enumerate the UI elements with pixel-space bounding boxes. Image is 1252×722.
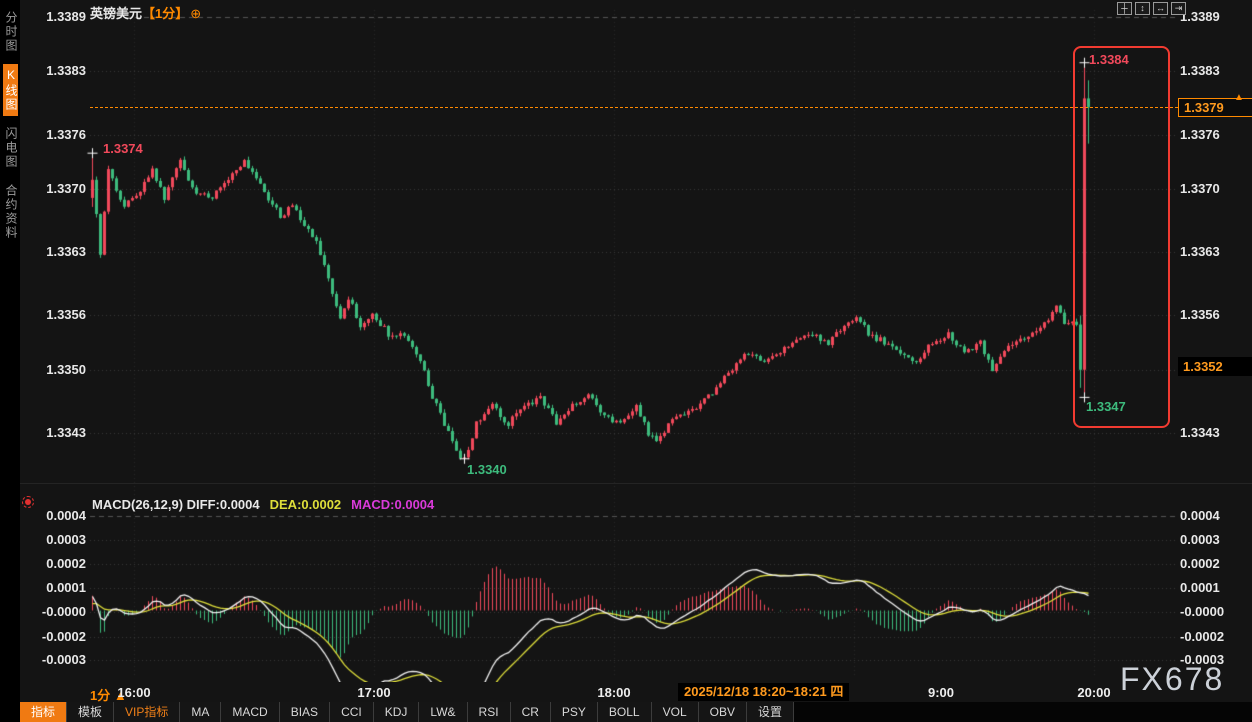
tab-VIP指标[interactable]: VIP指标: [114, 702, 180, 722]
tab-设置[interactable]: 设置: [747, 702, 794, 722]
macd-axis-label-left: 0.0002: [20, 556, 86, 571]
tab-CR[interactable]: CR: [511, 702, 551, 722]
macd-axis-label-left: 0.0004: [20, 508, 86, 523]
time-axis-label: 18:00: [597, 685, 630, 700]
move-crosshair-icon[interactable]: ┼: [1117, 2, 1132, 15]
scale-horizontal-icon[interactable]: ↔: [1153, 2, 1168, 15]
macd-axis-label-left: 0.0003: [20, 532, 86, 547]
macd-axis-label-left: -0.0003: [20, 652, 86, 667]
tab-BOLL[interactable]: BOLL: [598, 702, 652, 722]
tab-PSY[interactable]: PSY: [551, 702, 598, 722]
symbol-name: 英镑美元: [90, 6, 142, 21]
macd-params: MACD(26,12,9) DIFF:0.0004: [92, 497, 260, 512]
macd-axis-label-right: 0.0001: [1180, 580, 1220, 595]
macd-axis-label-right: -0.0002: [1180, 629, 1224, 644]
tab-CCI[interactable]: CCI: [330, 702, 374, 722]
chart-type-sidebar: 分时图 K线图闪电图合约资料: [0, 0, 20, 722]
price-axis-label-left: 1.3370: [20, 181, 86, 196]
macd-axis-label-right: 0.0004: [1180, 508, 1220, 523]
candlestick-macd-canvas[interactable]: [0, 0, 1252, 682]
sidebar-item-4[interactable]: 合约资料: [3, 180, 18, 244]
price-axis-label-left: 1.3389: [20, 9, 86, 24]
chart-toolbar: ┼↕↔⇥: [1117, 2, 1186, 15]
price-axis-label-right: 1.3383: [1180, 63, 1220, 78]
price-axis-label-left: 1.3356: [20, 307, 86, 322]
price-axis-label-left: 1.3383: [20, 63, 86, 78]
panel-divider: [20, 483, 1252, 484]
macd-dea-value: DEA:0.0002: [270, 497, 342, 512]
period-badge: 【1分】: [142, 6, 188, 21]
tab-MACD[interactable]: MACD: [221, 702, 279, 722]
extreme-price-annotation: 1.3340: [467, 462, 507, 477]
price-axis-label-right: 1.3370: [1180, 181, 1220, 196]
price-up-arrow-icon: ▲: [1234, 94, 1244, 102]
macd-axis-label-left: -0.0000: [20, 604, 86, 619]
time-axis-label: 20:00: [1077, 685, 1110, 700]
scale-vertical-icon[interactable]: ↕: [1135, 2, 1150, 15]
sidebar-item-1[interactable]: 分时图: [3, 7, 18, 57]
time-axis-label: 9:00: [928, 685, 954, 700]
current-price-line: [90, 107, 1178, 108]
macd-indicator-icon[interactable]: [22, 496, 34, 508]
pan-right-icon[interactable]: ⇥: [1171, 2, 1186, 15]
price-axis-label-right: 1.3356: [1180, 307, 1220, 322]
tab-KDJ[interactable]: KDJ: [374, 702, 420, 722]
indicator-tabbar: 指标模板VIP指标MAMACDBIASCCIKDJLW&RSICRPSYBOLL…: [20, 702, 1252, 722]
extreme-price-annotation: 1.3374: [103, 141, 143, 156]
fx678-watermark: FX678: [1120, 661, 1224, 698]
price-axis-label-left: 1.3343: [20, 425, 86, 440]
tab-模板[interactable]: 模板: [67, 702, 114, 722]
tab-LW&[interactable]: LW&: [419, 702, 467, 722]
price-axis-label-right: 1.3343: [1180, 425, 1220, 440]
macd-header: MACD(26,12,9) DIFF:0.0004 DEA:0.0002 MACD:…: [92, 497, 434, 512]
price-axis-label-left: 1.3363: [20, 244, 86, 259]
chart-background: 英镑美元【1分】⊕ ┼↕↔⇥ 1.33891.33891.33831.33831…: [0, 0, 1252, 722]
tab-指标[interactable]: 指标: [20, 702, 67, 722]
spike-highlight-box: [1073, 46, 1170, 428]
macd-axis-label-right: 0.0003: [1180, 532, 1220, 547]
price-axis-label-right: 1.3363: [1180, 244, 1220, 259]
macd-axis-label-right: -0.0000: [1180, 604, 1224, 619]
price-axis-label-left: 1.3376: [20, 127, 86, 142]
tab-RSI[interactable]: RSI: [468, 702, 511, 722]
sidebar-item-3[interactable]: 闪电图: [3, 123, 18, 173]
macd-macd-value: MACD:0.0004: [351, 497, 434, 512]
add-symbol-icon[interactable]: ⊕: [190, 6, 201, 21]
tab-OBV[interactable]: OBV: [699, 702, 747, 722]
macd-axis-label-left: 0.0001: [20, 580, 86, 595]
macd-axis-label-right: 0.0002: [1180, 556, 1220, 571]
tab-MA[interactable]: MA: [180, 702, 221, 722]
last-price-tag: 1.3352: [1178, 357, 1252, 376]
tab-BIAS[interactable]: BIAS: [280, 702, 330, 722]
price-axis-label-right: 1.3376: [1180, 127, 1220, 142]
macd-axis-label-left: -0.0002: [20, 629, 86, 644]
sidebar-item-2[interactable]: K线图: [3, 64, 18, 116]
crosshair-time-tooltip: 2025/12/18 18:20~18:21 四: [678, 683, 849, 701]
time-axis-label: 17:00: [357, 685, 390, 700]
price-axis-label-left: 1.3350: [20, 362, 86, 377]
tab-VOL[interactable]: VOL: [652, 702, 699, 722]
extreme-price-annotation: 1.3347: [1086, 399, 1126, 414]
time-axis-label: 16:00: [117, 685, 150, 700]
extreme-price-annotation: 1.3384: [1089, 52, 1129, 67]
chart-title: 英镑美元【1分】⊕: [90, 3, 201, 22]
